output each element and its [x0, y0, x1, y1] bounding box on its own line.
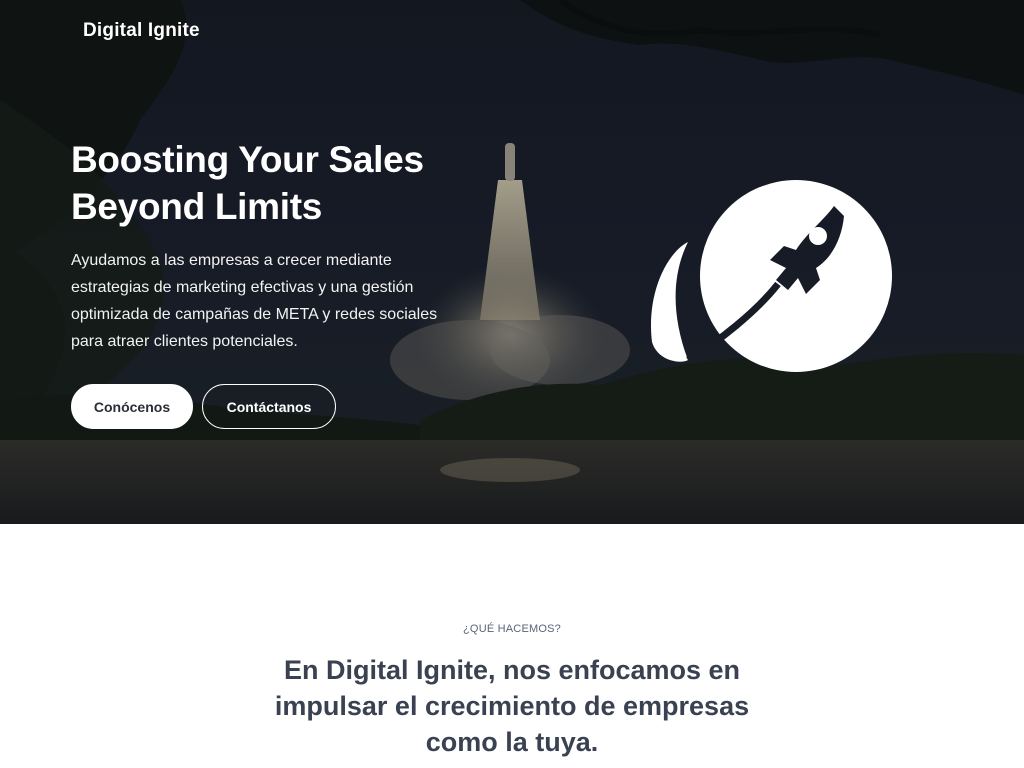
- section-eyebrow: ¿QUÉ HACEMOS?: [463, 623, 561, 635]
- what-we-do-section: ¿QUÉ HACEMOS? En Digital Ignite, nos enf…: [0, 524, 1024, 768]
- conocenos-button[interactable]: Conócenos: [71, 384, 193, 429]
- brand-logo-text[interactable]: Digital Ignite: [83, 20, 200, 42]
- rocket-orbit-icon: [650, 180, 892, 372]
- hero-title: Boosting Your Sales Beyond Limits: [71, 139, 424, 227]
- section-heading: En Digital Ignite, nos enfocamos en impu…: [274, 655, 750, 757]
- hero-description: Ayudamos a las empresas a crecer mediant…: [71, 252, 438, 350]
- hero-section: Digital Ignite Boosting Your Sales Beyon…: [0, 0, 1024, 524]
- contactanos-button[interactable]: Contáctanos: [202, 384, 336, 429]
